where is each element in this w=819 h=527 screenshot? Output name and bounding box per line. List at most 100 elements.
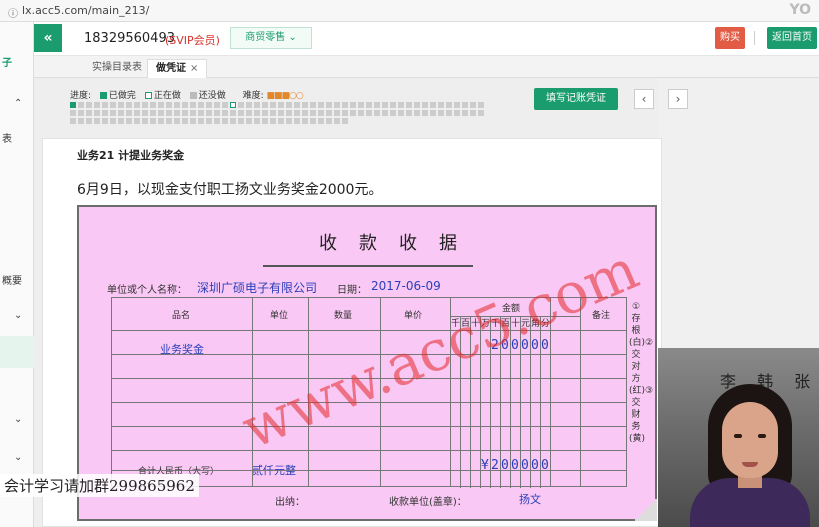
task-cell[interactable] bbox=[118, 102, 124, 108]
task-cell[interactable] bbox=[302, 118, 308, 124]
task-cell[interactable] bbox=[150, 118, 156, 124]
task-cell[interactable] bbox=[350, 102, 356, 108]
task-cell[interactable] bbox=[422, 110, 428, 116]
task-cell[interactable] bbox=[182, 118, 188, 124]
task-cell[interactable] bbox=[126, 118, 132, 124]
task-cell[interactable] bbox=[174, 102, 180, 108]
task-cell[interactable] bbox=[190, 118, 196, 124]
task-cell[interactable] bbox=[158, 102, 164, 108]
task-cell[interactable] bbox=[478, 102, 484, 108]
collapse-sidebar-button[interactable]: « bbox=[34, 24, 62, 52]
task-cell[interactable] bbox=[414, 110, 420, 116]
task-cell[interactable] bbox=[318, 118, 324, 124]
task-cell[interactable] bbox=[454, 102, 460, 108]
home-button[interactable]: 返回首页 bbox=[767, 27, 817, 49]
task-cell[interactable] bbox=[78, 102, 84, 108]
task-cell[interactable] bbox=[78, 118, 84, 124]
task-cell[interactable] bbox=[310, 102, 316, 108]
task-cell[interactable] bbox=[358, 102, 364, 108]
buy-button[interactable]: 购买 bbox=[715, 27, 745, 49]
task-cell[interactable] bbox=[222, 102, 228, 108]
task-cell[interactable] bbox=[262, 118, 268, 124]
close-icon[interactable]: × bbox=[190, 63, 198, 74]
next-button[interactable]: › bbox=[668, 89, 688, 109]
task-cell[interactable] bbox=[446, 110, 452, 116]
task-cell[interactable] bbox=[94, 102, 100, 108]
task-cell[interactable] bbox=[358, 110, 364, 116]
task-cell[interactable] bbox=[118, 110, 124, 116]
task-cell[interactable] bbox=[94, 118, 100, 124]
task-cell[interactable] bbox=[286, 102, 292, 108]
task-cell[interactable] bbox=[246, 118, 252, 124]
task-cell[interactable] bbox=[326, 102, 332, 108]
task-cell[interactable] bbox=[206, 102, 212, 108]
task-cell[interactable] bbox=[398, 110, 404, 116]
task-cell[interactable] bbox=[134, 110, 140, 116]
task-cell[interactable] bbox=[214, 110, 220, 116]
task-cell[interactable] bbox=[382, 110, 388, 116]
task-cell[interactable] bbox=[294, 110, 300, 116]
task-cell[interactable] bbox=[70, 102, 76, 108]
task-cell[interactable] bbox=[342, 110, 348, 116]
task-cell[interactable] bbox=[174, 118, 180, 124]
task-cell[interactable] bbox=[198, 118, 204, 124]
task-cell[interactable] bbox=[198, 110, 204, 116]
task-cell[interactable] bbox=[334, 110, 340, 116]
task-cell[interactable] bbox=[270, 118, 276, 124]
task-cell[interactable] bbox=[182, 102, 188, 108]
task-cell[interactable] bbox=[470, 102, 476, 108]
task-cell[interactable] bbox=[190, 102, 196, 108]
sidebar-item-table[interactable]: 表 bbox=[2, 130, 12, 145]
prev-button[interactable]: ‹ bbox=[634, 89, 654, 109]
browser-url-bar[interactable]: ⓘ lx.acc5.com/main_213/ YO bbox=[0, 0, 819, 22]
task-cell[interactable] bbox=[238, 118, 244, 124]
task-cell[interactable] bbox=[414, 102, 420, 108]
task-cell[interactable] bbox=[158, 110, 164, 116]
task-cell[interactable] bbox=[294, 102, 300, 108]
task-cell[interactable] bbox=[86, 118, 92, 124]
url-text[interactable]: lx.acc5.com/main_213/ bbox=[22, 4, 149, 17]
task-cell[interactable] bbox=[150, 102, 156, 108]
task-cell[interactable] bbox=[198, 102, 204, 108]
task-cell[interactable] bbox=[190, 110, 196, 116]
task-cell[interactable] bbox=[254, 102, 260, 108]
task-cell[interactable] bbox=[86, 110, 92, 116]
task-cell[interactable] bbox=[310, 118, 316, 124]
task-cell[interactable] bbox=[454, 110, 460, 116]
task-cell[interactable] bbox=[78, 110, 84, 116]
task-cell[interactable] bbox=[246, 102, 252, 108]
task-cell[interactable] bbox=[238, 102, 244, 108]
task-cell[interactable] bbox=[374, 110, 380, 116]
task-cell[interactable] bbox=[206, 110, 212, 116]
task-cell[interactable] bbox=[166, 110, 172, 116]
task-cell[interactable] bbox=[262, 110, 268, 116]
task-cell[interactable] bbox=[102, 110, 108, 116]
task-cell[interactable] bbox=[254, 110, 260, 116]
task-cell[interactable] bbox=[150, 110, 156, 116]
task-cell[interactable] bbox=[462, 102, 468, 108]
task-cell[interactable] bbox=[230, 110, 236, 116]
task-cell[interactable] bbox=[270, 110, 276, 116]
task-cell[interactable] bbox=[174, 110, 180, 116]
task-cell[interactable] bbox=[110, 102, 116, 108]
task-cell[interactable] bbox=[222, 118, 228, 124]
task-cell[interactable] bbox=[158, 118, 164, 124]
industry-select[interactable]: 商贸零售 ⌄ bbox=[230, 27, 312, 49]
task-cell[interactable] bbox=[318, 102, 324, 108]
task-cell[interactable] bbox=[278, 118, 284, 124]
task-cell[interactable] bbox=[390, 110, 396, 116]
task-cell[interactable] bbox=[398, 102, 404, 108]
task-cell[interactable] bbox=[166, 118, 172, 124]
task-cell[interactable] bbox=[366, 102, 372, 108]
chevron-down-icon[interactable]: ⌄ bbox=[14, 310, 22, 321]
task-cell[interactable] bbox=[430, 102, 436, 108]
task-cell[interactable] bbox=[406, 110, 412, 116]
task-cell[interactable] bbox=[430, 110, 436, 116]
task-cell[interactable] bbox=[230, 118, 236, 124]
chevron-down-icon[interactable]: ⌄ bbox=[14, 414, 22, 425]
task-cell[interactable] bbox=[334, 102, 340, 108]
task-cell[interactable] bbox=[294, 118, 300, 124]
task-cell[interactable] bbox=[182, 110, 188, 116]
task-cell[interactable] bbox=[206, 118, 212, 124]
task-cell[interactable] bbox=[214, 102, 220, 108]
